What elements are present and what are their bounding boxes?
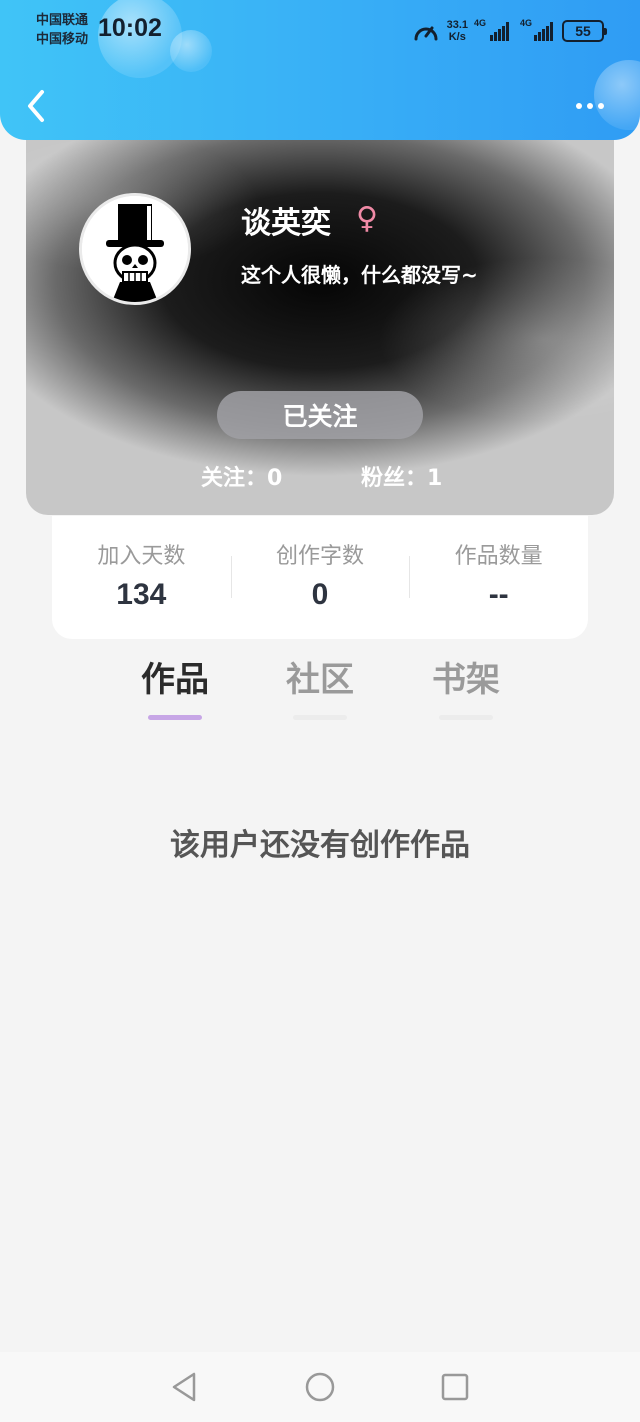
carrier-1: 中国联通 [36,13,89,28]
decor-bubble [594,60,640,130]
net-type-1: 4G [474,18,487,28]
square-recents-icon [441,1373,469,1401]
signal-icon: 4G [474,18,514,41]
skull-top-hat-icon [82,196,188,302]
dot [576,103,582,109]
stat-join-days: 加入天数 134 [52,516,231,639]
status-icons: 33.1 K/s 4G 4G 55 [413,16,607,46]
follow-button[interactable]: 已关注 [217,391,423,439]
tab-underline [148,715,202,720]
tab-label: 社区 [286,660,354,700]
decor-bubble [170,30,212,72]
stat-value: 134 [116,578,167,611]
profile-card: 谈英奕 ♀ 这个人很懒，什么都没写~ 已关注 关注：0 粉丝：1 [26,125,614,515]
stat-value: 0 [311,578,329,611]
tab-community[interactable]: 社区 [265,652,375,720]
nav-home-button[interactable] [303,1370,337,1404]
carrier-info: 中国联通 中国移动 [36,11,88,49]
stat-label: 加入天数 [97,544,186,569]
following-count[interactable]: 关注：0 [201,460,282,492]
nav-recents-button[interactable] [438,1370,472,1404]
tab-bookshelf[interactable]: 书架 [411,652,521,720]
carrier-2: 中国移动 [36,32,89,47]
dot [587,103,593,109]
stats-card: 加入天数 134 创作字数 0 作品数量 -- [52,516,588,639]
net-speed-unit: K/s [448,31,466,43]
dot [598,103,604,109]
more-button[interactable] [576,96,612,116]
stat-label: 创作字数 [276,544,365,569]
empty-state-message: 该用户还没有创作作品 [170,828,470,863]
username: 谈英奕 [241,206,331,241]
user-bio: 这个人很懒，什么都没写~ [241,263,478,287]
speedometer-icon [414,26,438,41]
female-icon: ♀ [356,201,378,236]
back-button[interactable] [22,86,52,126]
circle-home-icon [305,1372,335,1402]
net-type-2: 4G [520,18,533,28]
status-time: 10:02 [98,14,162,42]
tab-works[interactable]: 作品 [120,652,230,720]
tab-label: 书架 [432,660,500,700]
top-header: 中国联通 中国移动 10:02 33.1 K/s 4G 4G 55 [0,0,640,140]
content-tabs: 作品 社区 书架 [0,652,640,722]
stat-word-count: 创作字数 0 [230,516,410,639]
net-speed-value: 33.1 [446,19,468,31]
avatar[interactable] [79,193,191,305]
stat-value: -- [488,578,509,611]
stat-works-count: 作品数量 -- [409,516,588,639]
system-nav-bar [0,1352,640,1422]
tab-underline [293,715,347,720]
tab-label: 作品 [141,660,209,700]
battery-level: 55 [575,23,591,39]
net-speed: 33.1 K/s [447,19,468,43]
chevron-left-icon [28,90,44,122]
signal-icon: 4G [520,18,554,41]
tab-underline [439,715,493,720]
followers-count[interactable]: 粉丝：1 [361,460,442,492]
stat-label: 作品数量 [454,544,543,569]
battery-icon: 55 [562,20,607,42]
nav-back-button[interactable] [168,1370,202,1404]
triangle-back-icon [172,1372,196,1402]
